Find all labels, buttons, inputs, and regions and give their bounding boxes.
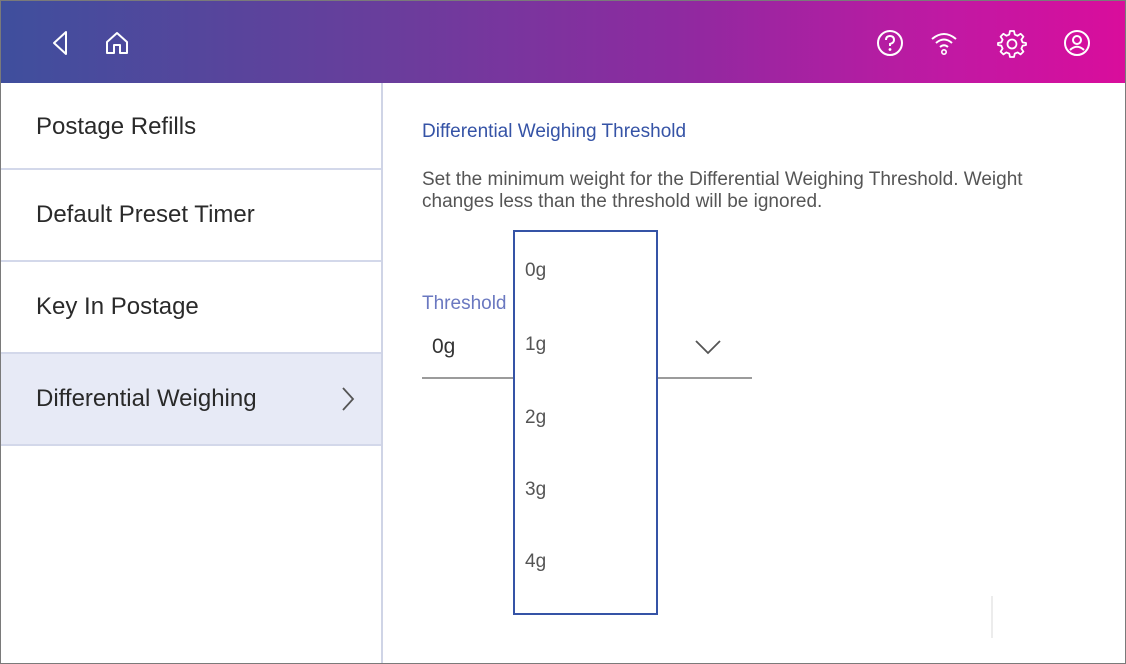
sidebar-item-postage-refills[interactable]: Postage Refills <box>1 83 381 170</box>
app-window: Postage Refills Default Preset Timer Key… <box>0 0 1126 664</box>
sidebar-item-label: Postage Refills <box>36 113 197 140</box>
top-bar <box>1 1 1125 83</box>
home-icon[interactable] <box>102 28 132 58</box>
gear-icon[interactable] <box>997 28 1027 58</box>
chevron-down-icon <box>695 340 721 355</box>
dropdown-option-1g[interactable]: 1g <box>525 334 546 356</box>
dropdown-option-2g[interactable]: 2g <box>525 407 546 429</box>
sidebar-item-differential-weighing[interactable]: Differential Weighing <box>1 354 381 446</box>
threshold-label: Threshold <box>422 293 507 314</box>
dropdown-option-4g[interactable]: 4g <box>525 551 546 573</box>
chevron-right-icon <box>342 387 355 411</box>
settings-sidebar: Postage Refills Default Preset Timer Key… <box>1 83 383 663</box>
section-description: Set the minimum weight for the Different… <box>422 169 1023 212</box>
sidebar-item-label: Differential Weighing <box>36 385 257 412</box>
threshold-dropdown-list: 0g 1g 2g 3g 4g <box>513 230 658 615</box>
dropdown-option-0g[interactable]: 0g <box>525 260 546 282</box>
account-icon[interactable] <box>1062 28 1092 58</box>
sidebar-item-default-preset-timer[interactable]: Default Preset Timer <box>1 170 381 262</box>
wifi-icon[interactable] <box>929 28 959 58</box>
divider <box>991 596 993 638</box>
sidebar-item-label: Default Preset Timer <box>36 201 255 228</box>
sidebar-item-key-in-postage[interactable]: Key In Postage <box>1 262 381 354</box>
sidebar-item-label: Key In Postage <box>36 293 199 320</box>
threshold-value: 0g <box>432 335 456 358</box>
section-title: Differential Weighing Threshold <box>422 121 687 142</box>
back-icon[interactable] <box>45 28 75 58</box>
help-icon[interactable] <box>875 28 905 58</box>
main-content: Differential Weighing Threshold Set the … <box>385 83 1125 663</box>
dropdown-option-3g[interactable]: 3g <box>525 479 546 501</box>
